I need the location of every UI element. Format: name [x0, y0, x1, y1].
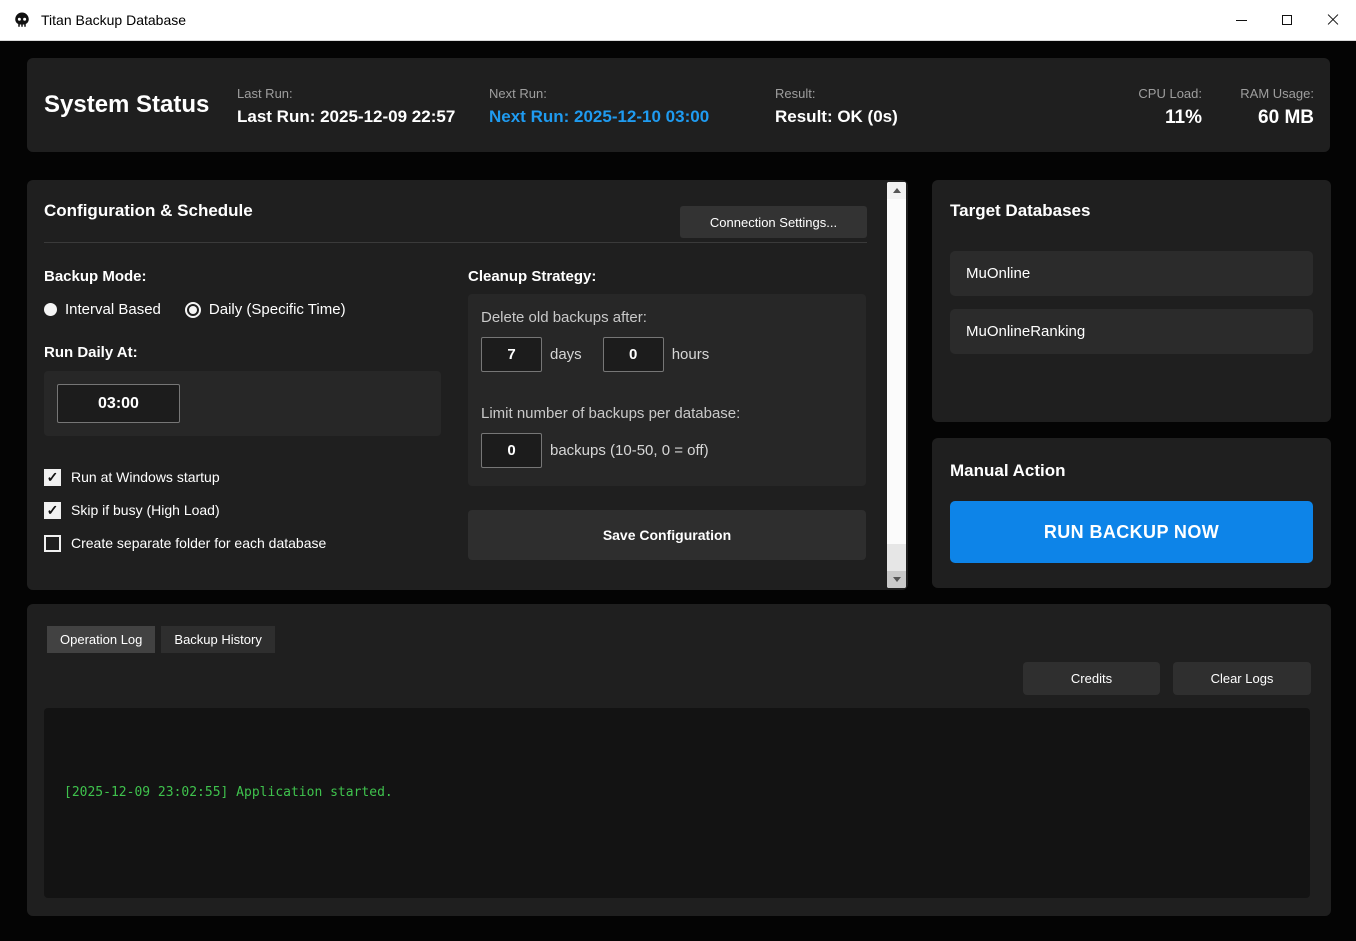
backup-limit-unit-label: backups (10-50, 0 = off) — [550, 442, 709, 459]
last-run-label: Last Run: — [237, 86, 455, 101]
system-status-heading: System Status — [44, 91, 209, 119]
radio-interval-based[interactable]: Interval Based — [44, 301, 161, 318]
cpu-load-label: CPU Load: — [1138, 86, 1202, 101]
scroll-up-button[interactable] — [887, 182, 906, 199]
cpu-load-value: 11% — [1138, 107, 1202, 129]
manual-action-panel: Manual Action RUN BACKUP NOW — [932, 438, 1331, 588]
log-line: [2025-12-09 23:02:55] Application starte… — [64, 785, 393, 800]
database-name: MuOnline — [966, 265, 1030, 282]
maximize-button[interactable] — [1264, 0, 1310, 40]
tab-label: Backup History — [174, 632, 261, 647]
checkbox-icon[interactable] — [44, 469, 61, 486]
scrollbar-thumb[interactable] — [887, 199, 906, 544]
tab-label: Operation Log — [60, 632, 142, 647]
radio-interval-label: Interval Based — [65, 301, 161, 318]
checkbox-icon[interactable] — [44, 502, 61, 519]
ram-usage-value: 60 MB — [1240, 107, 1314, 129]
close-button[interactable] — [1310, 0, 1356, 40]
cpu-column: CPU Load: 11% — [1138, 86, 1202, 129]
tab-operation-log[interactable]: Operation Log — [47, 626, 155, 653]
limit-backups-row: backups (10-50, 0 = off) — [481, 433, 709, 468]
checkbox-icon[interactable] — [44, 535, 61, 552]
configuration-panel: Configuration & Schedule Connection Sett… — [27, 180, 908, 590]
backup-limit-input[interactable] — [481, 433, 542, 468]
hours-input[interactable] — [603, 337, 664, 372]
database-list-item[interactable]: MuOnlineRanking — [950, 309, 1313, 354]
maximize-icon — [1282, 15, 1292, 25]
save-configuration-button[interactable]: Save Configuration — [468, 510, 866, 560]
log-tabs: Operation Log Backup History — [47, 626, 275, 653]
scroll-up-icon — [893, 188, 901, 193]
checkbox-skip-if-busy[interactable]: Skip if busy (High Load) — [44, 500, 326, 520]
app-skull-icon — [12, 10, 32, 30]
scroll-down-button[interactable] — [887, 571, 906, 588]
config-scrollbar[interactable] — [887, 182, 906, 588]
credits-button[interactable]: Credits — [1023, 662, 1160, 695]
scroll-down-icon — [893, 577, 901, 582]
database-name: MuOnlineRanking — [966, 323, 1085, 340]
next-run-column: Next Run: Next Run: 2025-12-10 03:00 — [489, 86, 709, 127]
last-run-value: Last Run: 2025-12-09 22:57 — [237, 107, 455, 127]
ram-usage-label: RAM Usage: — [1240, 86, 1314, 101]
configuration-heading: Configuration & Schedule — [44, 201, 253, 221]
radio-daily-specific-time[interactable]: Daily (Specific Time) — [185, 301, 346, 318]
checkbox-label: Run at Windows startup — [71, 469, 220, 485]
days-unit-label: days — [550, 346, 582, 363]
radio-daily-label: Daily (Specific Time) — [209, 301, 346, 318]
checkbox-run-at-windows-startup[interactable]: Run at Windows startup — [44, 467, 326, 487]
next-run-label: Next Run: — [489, 86, 709, 101]
cleanup-strategy-label: Cleanup Strategy: — [468, 268, 596, 285]
close-icon — [1327, 14, 1339, 26]
database-list-item[interactable]: MuOnline — [950, 251, 1313, 296]
clear-logs-button[interactable]: Clear Logs — [1173, 662, 1311, 695]
next-run-value: Next Run: 2025-12-10 03:00 — [489, 107, 709, 127]
minimize-icon — [1236, 20, 1247, 21]
system-status-panel: System Status Last Run: Last Run: 2025-1… — [27, 58, 1330, 152]
titlebar[interactable]: Titan Backup Database — [0, 0, 1356, 41]
log-panel: Operation Log Backup History Credits Cle… — [27, 604, 1331, 916]
radio-icon[interactable] — [44, 303, 57, 316]
checkbox-separate-folder[interactable]: Create separate folder for each database — [44, 533, 326, 553]
result-value: Result: OK (0s) — [775, 107, 898, 127]
delete-old-backups-label: Delete old backups after: — [481, 309, 647, 326]
run-daily-at-label: Run Daily At: — [44, 344, 138, 361]
limit-backups-label: Limit number of backups per database: — [481, 405, 740, 422]
run-daily-time-panel — [44, 371, 441, 436]
cleanup-strategy-panel: Delete old backups after: days hours Lim… — [468, 294, 866, 486]
divider — [44, 242, 867, 243]
target-databases-panel: Target Databases MuOnline MuOnlineRankin… — [932, 180, 1331, 422]
run-backup-now-button[interactable]: RUN BACKUP NOW — [950, 501, 1313, 563]
tab-backup-history[interactable]: Backup History — [161, 626, 274, 653]
backup-mode-label: Backup Mode: — [44, 268, 147, 285]
startup-options-group: Run at Windows startup Skip if busy (Hig… — [44, 467, 326, 566]
checkbox-label: Skip if busy (High Load) — [71, 502, 220, 518]
radio-icon[interactable] — [185, 302, 201, 318]
daily-time-input[interactable] — [57, 384, 180, 423]
manual-action-heading: Manual Action — [950, 461, 1066, 481]
window-title: Titan Backup Database — [41, 12, 186, 28]
target-databases-heading: Target Databases — [950, 201, 1090, 221]
result-label: Result: — [775, 86, 898, 101]
checkbox-label: Create separate folder for each database — [71, 535, 326, 551]
result-column: Result: Result: OK (0s) — [775, 86, 898, 127]
days-input[interactable] — [481, 337, 542, 372]
ram-column: RAM Usage: 60 MB — [1240, 86, 1314, 129]
last-run-column: Last Run: Last Run: 2025-12-09 22:57 — [237, 86, 455, 127]
window-controls — [1218, 0, 1356, 40]
backup-mode-radio-group: Interval Based Daily (Specific Time) — [44, 301, 346, 318]
delete-after-row: days hours — [481, 337, 709, 372]
minimize-button[interactable] — [1218, 0, 1264, 40]
log-console: [2025-12-09 23:02:55] Application starte… — [44, 708, 1310, 898]
hours-unit-label: hours — [672, 346, 710, 363]
connection-settings-button[interactable]: Connection Settings... — [680, 206, 867, 238]
